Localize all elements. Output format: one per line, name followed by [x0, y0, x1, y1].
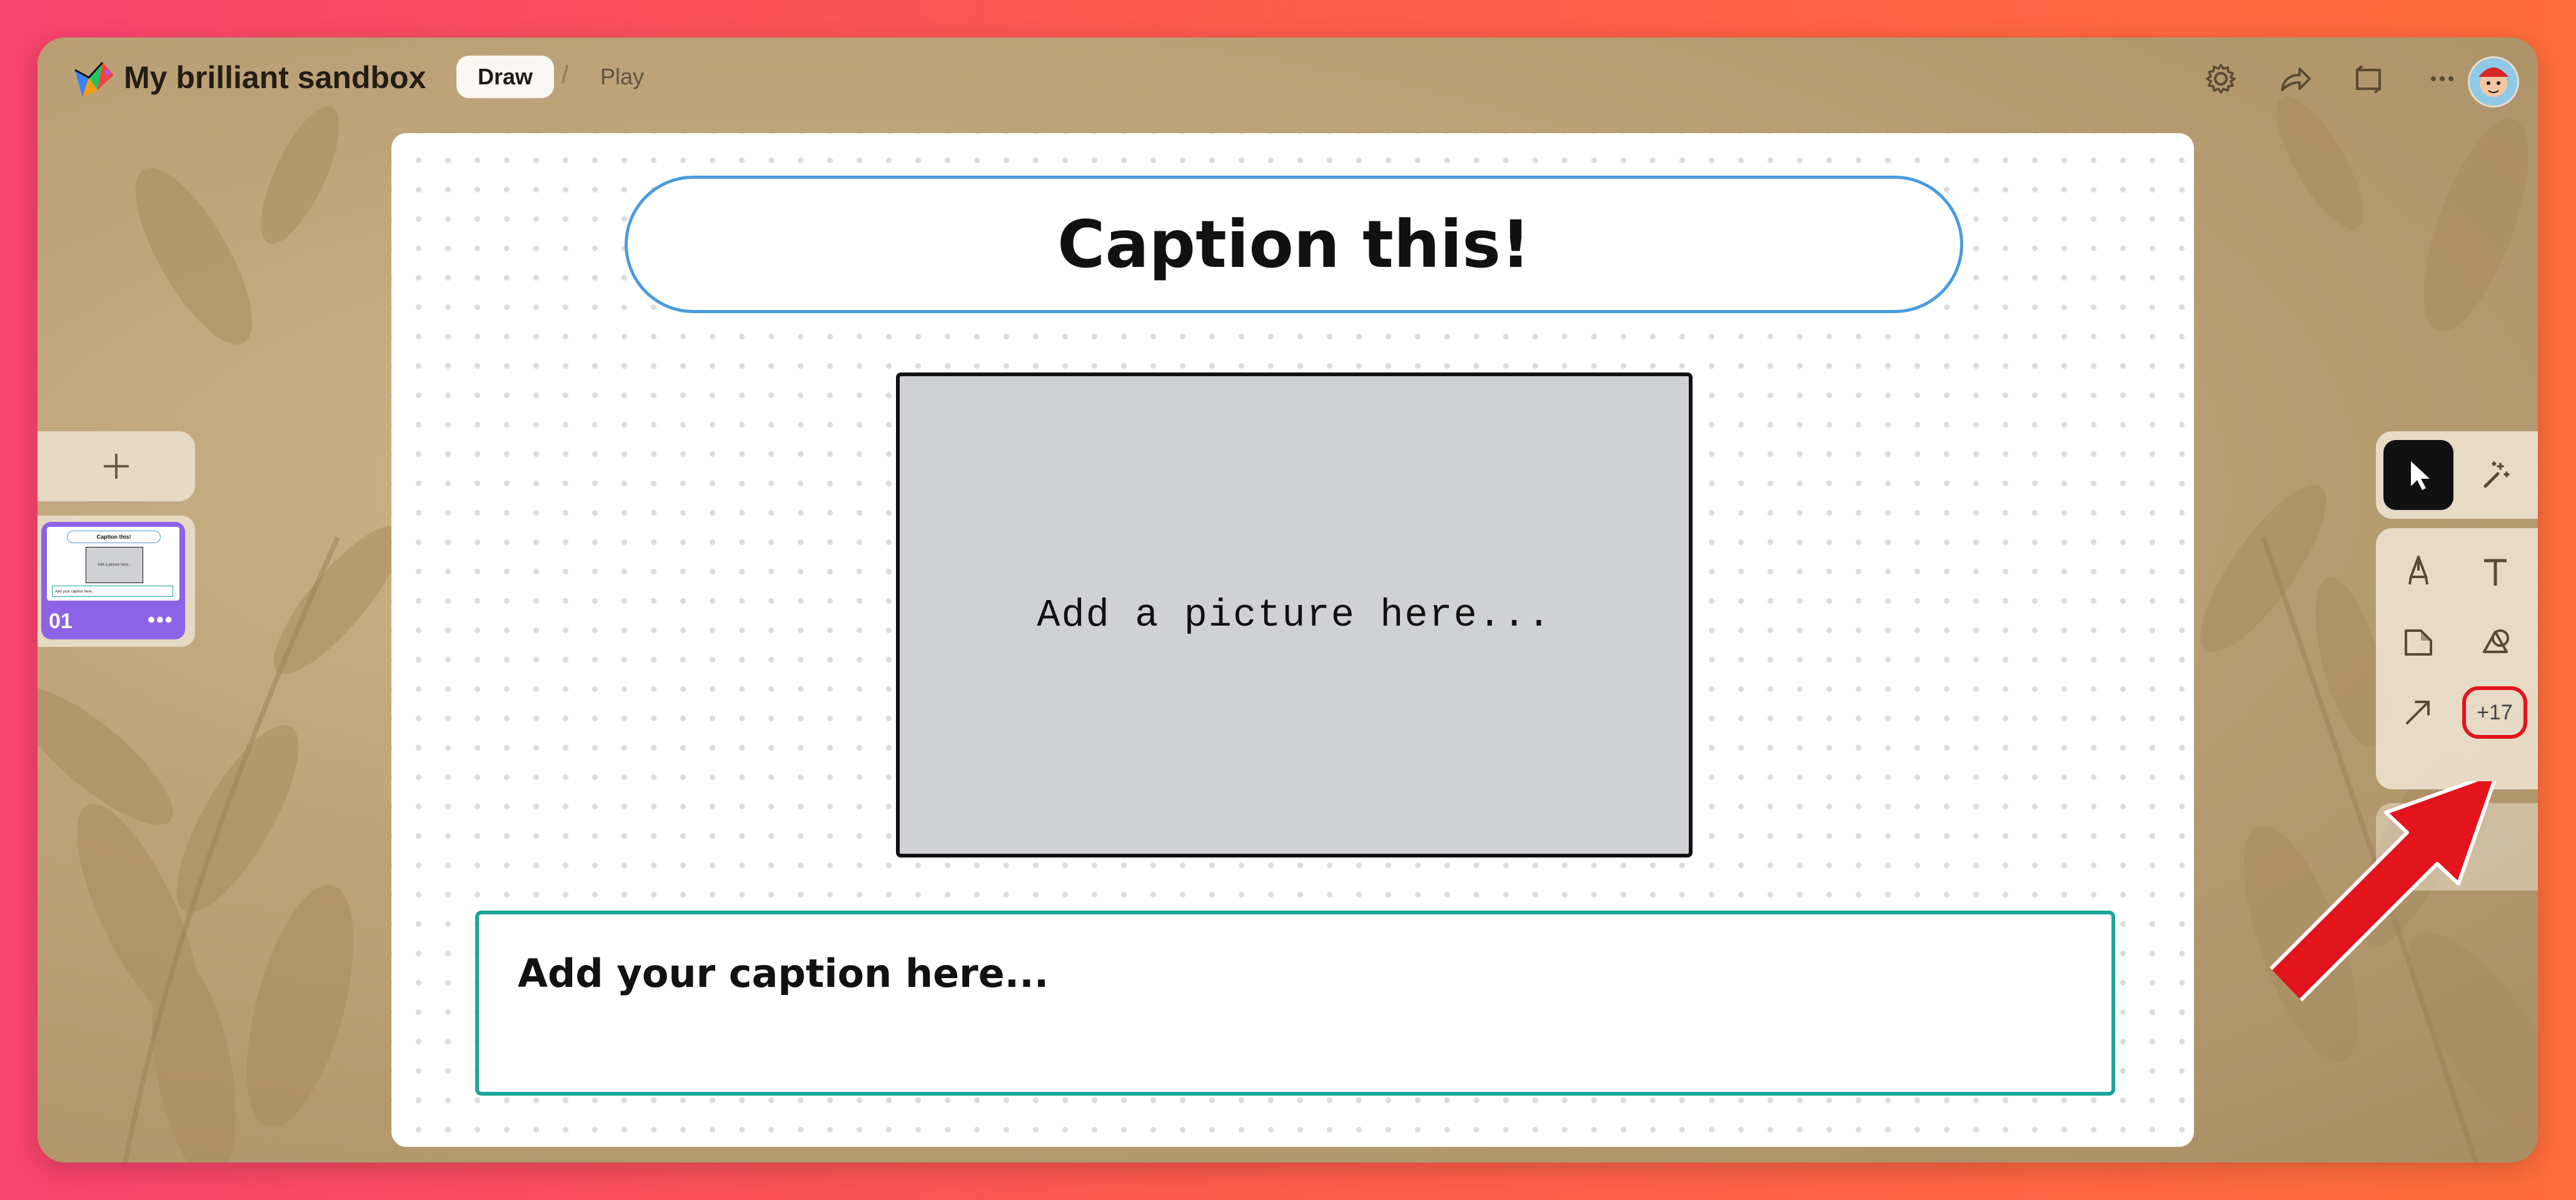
shapes-icon [2483, 629, 2509, 653]
sticky-note-tool[interactable] [2383, 607, 2453, 677]
slide-preview-picture: Add a picture here... [86, 547, 143, 583]
arrow-tool[interactable] [2383, 677, 2453, 747]
more-tools-button[interactable]: +17 [2462, 686, 2527, 739]
app-title[interactable]: My brilliant sandbox [124, 58, 426, 98]
more-icon[interactable] [2423, 60, 2461, 98]
top-bar: My brilliant sandbox Draw / Play [38, 38, 2538, 119]
sticky-note-icon [2405, 629, 2432, 656]
slide-title[interactable]: Caption this! [1057, 206, 1531, 282]
toolbar-mode-panel [2376, 431, 2538, 519]
tab-draw[interactable]: Draw [456, 56, 554, 98]
slide-menu-button[interactable]: ••• [148, 608, 174, 632]
avatar[interactable] [2468, 56, 2519, 108]
cursor-icon [2411, 461, 2430, 490]
caption-placeholder-text: Add your caption here... [518, 951, 1049, 996]
title-box[interactable]: Caption this! [625, 176, 1963, 313]
slide-list: Caption this! Add a picture here... Add … [38, 516, 195, 647]
magic-wand-icon [2483, 461, 2510, 488]
pen-icon [2408, 556, 2428, 585]
toolbar-tools-panel [2376, 528, 2538, 789]
present-icon[interactable] [2350, 60, 2387, 98]
tab-play[interactable]: Play [600, 56, 644, 98]
add-slide-button[interactable] [38, 431, 195, 501]
plus-icon [104, 454, 129, 479]
pen-tool[interactable] [2383, 537, 2453, 607]
slide-preview-title: Caption this! [67, 531, 161, 543]
annotation-arrow [2269, 781, 2497, 1002]
arrow-icon [2406, 701, 2430, 724]
app-window: My brilliant sandbox Draw / Play Caption… [38, 38, 2538, 1162]
caption-field[interactable]: Add your caption here... [475, 911, 2115, 1096]
slide-thumbnail[interactable]: Caption this! Add a picture here... Add … [41, 522, 185, 639]
tab-separator: / [561, 61, 569, 89]
slide-number: 01 [49, 609, 73, 633]
select-tool[interactable] [2383, 440, 2453, 510]
slide-canvas[interactable]: Caption this! Add a picture here... Add … [391, 133, 2194, 1147]
slide-preview: Caption this! Add a picture here... Add … [47, 527, 179, 601]
settings-icon[interactable] [2202, 60, 2240, 98]
share-icon[interactable] [2276, 60, 2313, 98]
magic-tool[interactable] [2460, 440, 2530, 510]
text-icon [2484, 559, 2507, 586]
picture-placeholder[interactable]: Add a picture here... [896, 372, 1693, 858]
slide-preview-caption: Add your caption here... [52, 586, 173, 597]
shapes-tool[interactable] [2460, 607, 2530, 677]
app-logo-icon[interactable] [70, 56, 118, 104]
text-tool[interactable] [2460, 537, 2530, 607]
picture-placeholder-text: Add a picture here... [1037, 592, 1552, 638]
